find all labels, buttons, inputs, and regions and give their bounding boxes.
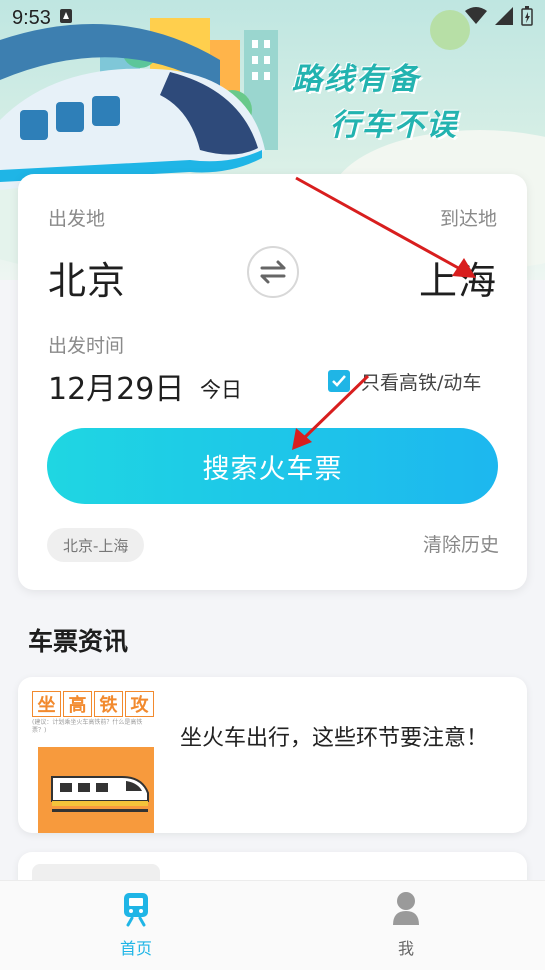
date-value[interactable]: 12月29日 [48, 364, 184, 408]
thumbnail-title-char: 铁 [94, 691, 123, 717]
notification-icon [59, 8, 73, 28]
nav-item-me[interactable]: 我 [366, 891, 446, 959]
thumbnail-title-char: 高 [63, 691, 92, 717]
train-illustration [38, 747, 154, 833]
swap-cities-button[interactable] [247, 246, 299, 298]
news-item[interactable]: 坐 高 铁 攻 (建议：计划乘坐火车高铁前？什么是高铁票？) 坐火车出行，这些环… [18, 677, 527, 833]
high-speed-only-label[interactable]: 只看高铁/动车 [361, 368, 481, 395]
thumbnail-title: 坐 高 铁 攻 [32, 691, 154, 717]
to-city[interactable]: 上海 [419, 250, 497, 305]
thumbnail-subtitle: (建议：计划乘坐火车高铁前？什么是高铁票？) [32, 719, 143, 734]
thumbnail-title-char: 攻 [125, 691, 154, 717]
news-section-title: 车票资讯 [28, 627, 129, 656]
nav-label-home: 首页 [119, 939, 152, 958]
date-relative[interactable]: 今日 [200, 374, 242, 404]
to-label: 到达地 [439, 208, 497, 230]
search-card: 出发地 到达地 北京 上海 出发时间 12月29日 今日 只看高铁/动车 搜索火… [18, 174, 527, 590]
banner-slogan-line1: 路线有备 [292, 62, 420, 97]
status-time: 9:53 [12, 6, 51, 29]
bottom-nav: 首页 我 [0, 880, 545, 970]
from-label: 出发地 [48, 208, 106, 230]
nav-item-home[interactable]: 首页 [96, 891, 176, 959]
history-chip[interactable]: 北京-上海 [47, 528, 145, 562]
wifi-icon [465, 7, 487, 29]
news-thumbnail: 坐 高 铁 攻 (建议：计划乘坐火车高铁前？什么是高铁票？) [32, 691, 156, 833]
thumbnail-title-char: 坐 [32, 691, 61, 717]
search-trains-button[interactable]: 搜索火车票 [47, 428, 498, 504]
high-speed-only-checkbox[interactable] [328, 370, 350, 392]
nav-label-me: 我 [397, 939, 414, 958]
clear-history-button[interactable]: 清除历史 [423, 530, 499, 557]
user-icon [393, 892, 419, 925]
signal-icon [495, 7, 513, 29]
battery-icon [521, 6, 533, 30]
train-icon [124, 893, 148, 927]
swap-icon [260, 260, 286, 284]
news-headline[interactable]: 坐火车出行，这些环节要注意！ [180, 721, 490, 757]
checkmark-icon [332, 375, 346, 387]
status-bar: 9:53 [0, 0, 545, 36]
from-city[interactable]: 北京 [48, 250, 126, 305]
banner-slogan-line2: 行车不误 [330, 108, 458, 143]
date-label: 出发时间 [48, 335, 125, 357]
